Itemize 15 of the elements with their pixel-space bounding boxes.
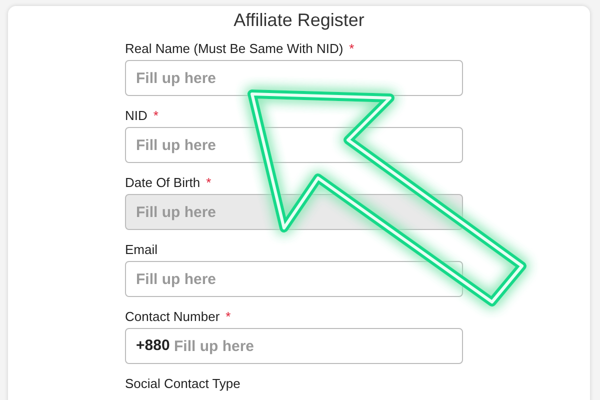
required-mark: * bbox=[226, 309, 231, 324]
required-mark: * bbox=[206, 175, 212, 190]
form-title: Affiliate Register bbox=[234, 10, 364, 31]
input-field[interactable]: Fill up here bbox=[125, 60, 463, 96]
input-field[interactable]: Fill up here bbox=[125, 127, 463, 163]
field-label: Real Name (Must Be Same With NID) bbox=[125, 41, 344, 56]
field-label: Email bbox=[125, 242, 158, 257]
field-label: Social Contact Type bbox=[125, 376, 240, 391]
input-field[interactable]: Fill up here bbox=[125, 261, 463, 297]
field-label: NID bbox=[125, 108, 148, 123]
country-code: +880 bbox=[136, 337, 170, 355]
field-label: Contact Number bbox=[125, 309, 220, 324]
required-mark: * bbox=[349, 41, 354, 56]
field-label: Date Of Birth bbox=[125, 175, 200, 190]
required-mark: * bbox=[153, 108, 158, 123]
